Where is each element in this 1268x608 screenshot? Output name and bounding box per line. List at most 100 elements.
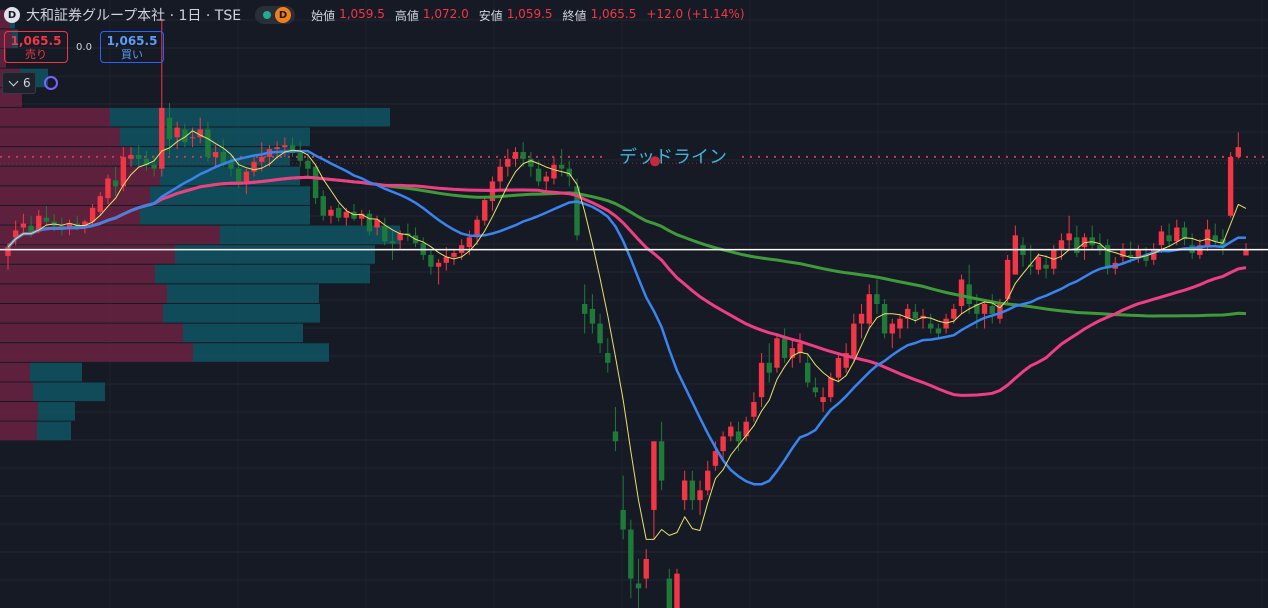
- candle-body: [105, 178, 111, 199]
- indicator-toggle-button[interactable]: 6: [2, 72, 36, 94]
- volume-profile-up-bar: [0, 362, 30, 382]
- volume-profile-up-bar: [0, 323, 183, 343]
- candle-body: [305, 160, 311, 169]
- candle-body: [981, 304, 988, 314]
- candle-body: [897, 318, 903, 329]
- data-badge: D: [275, 7, 292, 23]
- volume-profile-up-bar: [0, 186, 150, 205]
- buy-button[interactable]: 1,065.5 買い: [100, 31, 164, 63]
- candle-body: [1158, 231, 1165, 246]
- market-status[interactable]: D: [255, 6, 296, 24]
- alert-clock-icon: [650, 156, 660, 167]
- candle-body: [566, 168, 573, 177]
- change-value: +12.0 (+1.14%): [646, 6, 745, 21]
- volume-profile-up-bar: [0, 245, 175, 264]
- candle-body: [1243, 249, 1249, 256]
- candle-body: [1012, 235, 1019, 275]
- candle-body: [366, 213, 373, 232]
- candle-body: [543, 176, 549, 182]
- trade-panel: 1,065.5 売り 0.0 1,065.5 買い: [4, 31, 164, 63]
- candle-body: [612, 431, 619, 442]
- sync-icon[interactable]: [43, 76, 58, 90]
- candle-body: [128, 154, 134, 159]
- candle-body: [297, 152, 303, 161]
- volume-profile-down-bar: [167, 284, 319, 303]
- candle-body: [528, 158, 534, 167]
- symbol-title[interactable]: 大和証券グループ本社 · 1日 · TSE: [26, 5, 241, 25]
- high-label: 高値: [394, 8, 419, 23]
- candle-body: [5, 247, 11, 256]
- chevron-down-icon: [8, 76, 19, 87]
- candle-body: [866, 294, 872, 324]
- volume-profile-up-bar: [0, 304, 163, 323]
- volume-profile-down-bar: [30, 362, 82, 382]
- volume-profile-down-bar: [183, 323, 303, 343]
- volume-profile-up-bar: [0, 107, 110, 127]
- candle-body: [774, 338, 780, 368]
- candle-body: [828, 377, 834, 398]
- candle-body: [466, 237, 473, 248]
- volume-profile-down-bar: [110, 107, 390, 127]
- volume-profile-down-bar: [175, 245, 375, 264]
- volume-profile-down-bar: [193, 343, 329, 362]
- candle-body: [512, 152, 519, 159]
- candle-body: [482, 200, 488, 221]
- low-value: 1,059.5: [506, 6, 553, 21]
- volume-profile-down-bar: [163, 304, 320, 323]
- candle-body: [989, 305, 995, 314]
- candle-body: [435, 262, 442, 267]
- sell-button[interactable]: 1,065.5 売り: [4, 31, 68, 63]
- candle-body: [1151, 249, 1157, 260]
- candle-body: [20, 223, 27, 228]
- close-label: 終値: [562, 8, 587, 23]
- candle-body: [282, 145, 288, 148]
- candle-body: [643, 558, 649, 579]
- volume-profile-down-bar: [220, 225, 400, 245]
- candle-body: [451, 253, 457, 257]
- candle-body: [943, 318, 949, 329]
- candle-body: [159, 107, 165, 169]
- candle-body: [136, 154, 142, 159]
- candle-body: [720, 436, 726, 452]
- volume-profile-up-bar: [0, 284, 167, 303]
- candle-body: [343, 211, 350, 218]
- candle-body: [1235, 147, 1242, 157]
- volume-profile-up-bar: [0, 343, 193, 362]
- candle-body: [505, 158, 511, 167]
- candle-body: [166, 117, 173, 140]
- candle-body: [497, 166, 503, 182]
- candle-body: [681, 480, 688, 501]
- candle-body: [1004, 259, 1011, 300]
- volume-profile-up-bar: [0, 127, 120, 147]
- candle-body: [966, 284, 972, 304]
- candle-body: [635, 583, 642, 589]
- indicator-count: 6: [23, 76, 31, 90]
- candle-body: [858, 313, 865, 324]
- candle-body: [428, 254, 434, 267]
- symbol-icon[interactable]: D: [4, 7, 20, 23]
- spread-value: 0.0: [76, 41, 92, 53]
- candle-body: [259, 156, 265, 162]
- low-label: 安値: [478, 8, 503, 23]
- close-value: 1,065.5: [590, 6, 637, 21]
- candle-body: [389, 241, 396, 244]
- price-chart[interactable]: デッドライン: [0, 0, 1268, 608]
- open-label: 始値: [311, 8, 336, 23]
- candle-body: [805, 362, 811, 383]
- volume-profile-down-bar: [37, 421, 71, 441]
- candle-body: [781, 338, 788, 358]
- candle-body: [1204, 229, 1211, 248]
- candle-body: [666, 578, 672, 608]
- candle-body: [1074, 237, 1080, 254]
- candle-body: [1035, 256, 1042, 270]
- candle-body: [274, 147, 280, 150]
- market-open-dot-icon: [263, 11, 272, 19]
- candle-body: [97, 196, 103, 212]
- high-value: 1,072.0: [422, 6, 469, 21]
- candle-body: [881, 304, 888, 334]
- candle-body: [212, 152, 219, 157]
- candle-body: [1043, 264, 1049, 269]
- indicator-bar: 6: [2, 72, 58, 94]
- sell-price: 1,065.5: [10, 34, 62, 48]
- candle-body: [728, 426, 734, 437]
